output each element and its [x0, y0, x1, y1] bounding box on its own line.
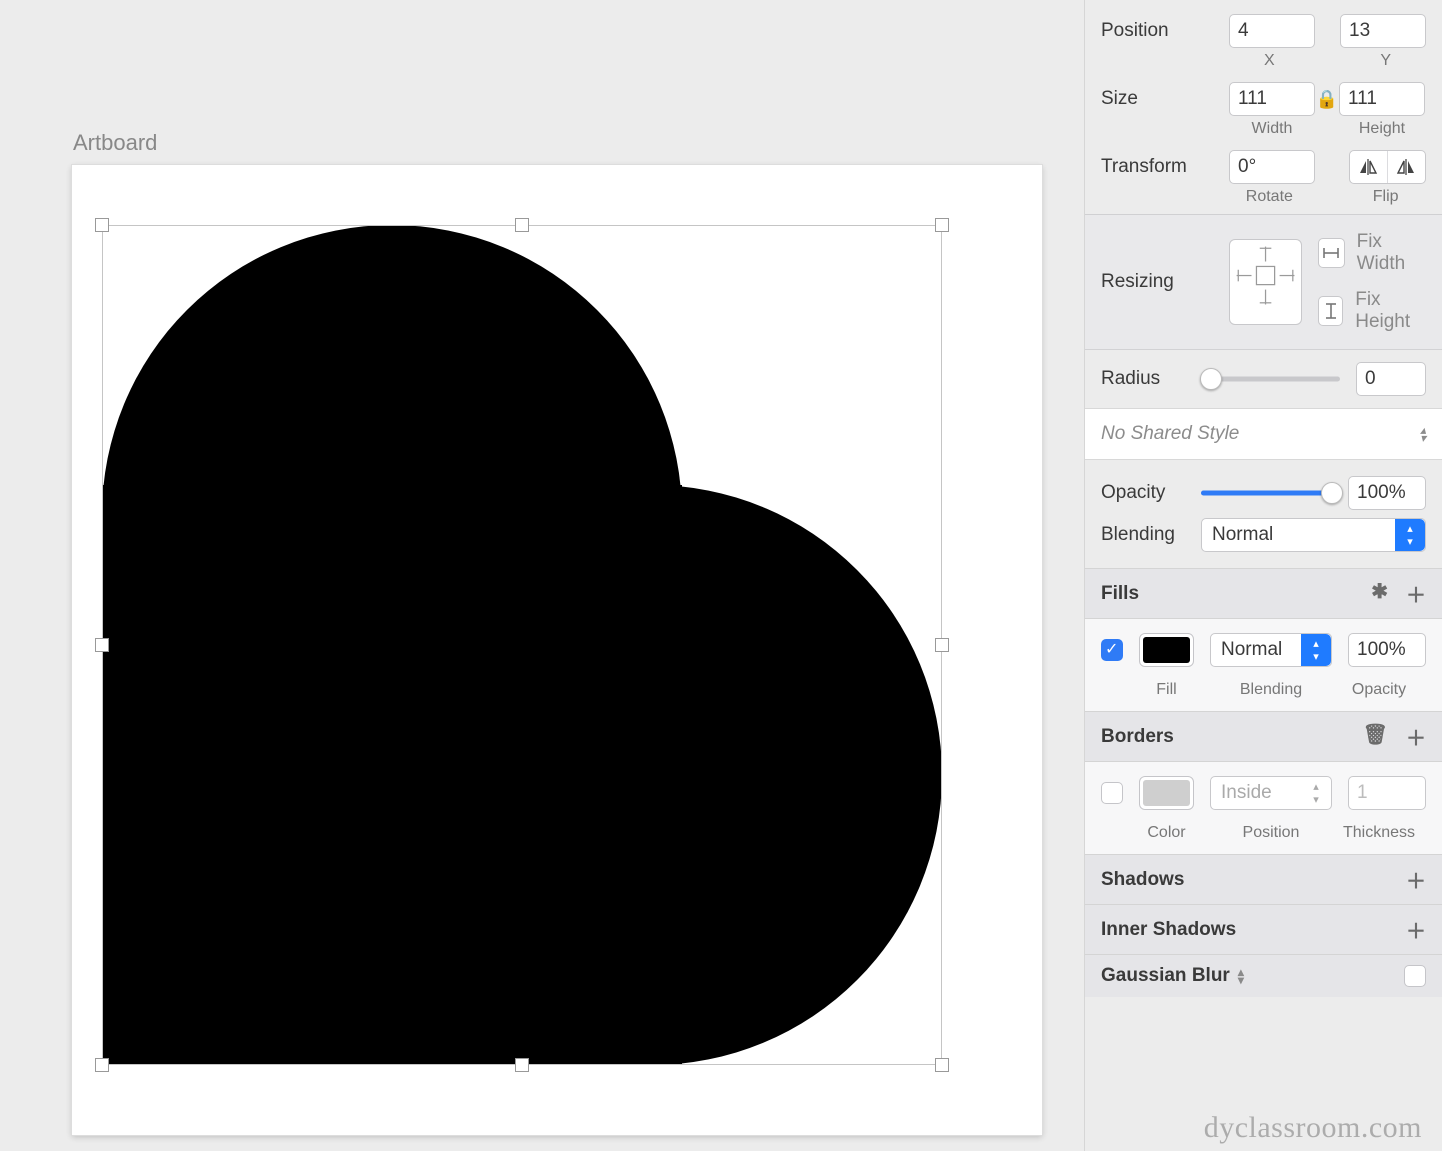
height-caption: Height: [1339, 120, 1425, 138]
handle-br[interactable]: [935, 1058, 949, 1072]
flip-vertical-button[interactable]: [1387, 151, 1425, 183]
rotate-caption: Rotate: [1229, 188, 1310, 206]
chevron-up-down-icon: ▴▾: [1301, 777, 1331, 809]
fill-blend-value: Normal: [1221, 639, 1282, 661]
fix-width-icon: [1318, 238, 1345, 268]
fills-title: Fills: [1101, 583, 1139, 605]
blending-select[interactable]: Normal ▴▾: [1201, 518, 1426, 552]
flip-horizontal-icon: [1358, 157, 1380, 177]
opacity-input[interactable]: [1348, 476, 1426, 510]
handle-mr[interactable]: [935, 638, 949, 652]
position-label: Position: [1101, 20, 1229, 42]
fix-width-label: Fix Width: [1357, 231, 1426, 275]
border-position-caption: Position: [1210, 824, 1332, 842]
radius-input[interactable]: [1356, 362, 1426, 396]
handle-tm[interactable]: [515, 218, 529, 232]
position-y-caption: Y: [1345, 52, 1426, 70]
blending-label: Blending: [1101, 524, 1201, 546]
fill-color-swatch[interactable]: [1139, 633, 1194, 667]
chevron-up-down-icon: ▴▾: [1420, 426, 1426, 442]
position-x-caption: X: [1229, 52, 1310, 70]
fix-height-icon: [1318, 296, 1343, 326]
selection-box: [102, 225, 942, 1065]
gaussian-blur-checkbox[interactable]: [1404, 965, 1426, 987]
handle-bm[interactable]: [515, 1058, 529, 1072]
position-y-input[interactable]: [1340, 14, 1426, 48]
fill-opacity-caption: Opacity: [1332, 681, 1426, 699]
add-inner-shadow-button[interactable]: ＋: [1406, 915, 1426, 944]
radius-slider[interactable]: [1201, 367, 1340, 391]
flip-horizontal-button[interactable]: [1350, 151, 1387, 183]
fill-caption: Fill: [1139, 681, 1194, 699]
flip-caption: Flip: [1345, 188, 1426, 206]
borders-title: Borders: [1101, 726, 1174, 748]
border-enabled-checkbox[interactable]: [1101, 782, 1123, 804]
fill-blend-select[interactable]: Normal ▴▾: [1210, 633, 1332, 667]
add-shadow-button[interactable]: ＋: [1406, 865, 1426, 894]
border-position-select[interactable]: Inside ▴▾: [1210, 776, 1332, 810]
canvas-area[interactable]: Artboard: [0, 0, 1084, 1151]
shared-style-dropdown[interactable]: No Shared Style ▴▾: [1085, 408, 1442, 460]
opacity-slider[interactable]: [1201, 481, 1332, 505]
shadows-title: Shadows: [1101, 869, 1184, 891]
border-color-caption: Color: [1139, 824, 1194, 842]
chevron-up-down-icon: ▴▾: [1238, 968, 1244, 984]
fill-blend-caption: Blending: [1210, 681, 1332, 699]
resizing-constraints-widget[interactable]: [1229, 239, 1302, 325]
handle-tl[interactable]: [95, 218, 109, 232]
gaussian-blur-title: Gaussian Blur: [1101, 965, 1230, 987]
fill-enabled-checkbox[interactable]: [1101, 639, 1123, 661]
inner-shadows-title: Inner Shadows: [1101, 919, 1236, 941]
flip-group: [1349, 150, 1426, 184]
border-color-swatch[interactable]: [1139, 776, 1194, 810]
position-x-input[interactable]: [1229, 14, 1315, 48]
handle-tr[interactable]: [935, 218, 949, 232]
inspector-panel: Position X Y Size 🔒 Width Height Transfo…: [1084, 0, 1442, 1151]
artboard[interactable]: [72, 165, 1042, 1135]
border-thickness-input[interactable]: [1348, 776, 1426, 810]
width-caption: Width: [1229, 120, 1315, 138]
resizing-label: Resizing: [1101, 271, 1229, 293]
fill-opacity-input[interactable]: [1348, 633, 1426, 667]
add-fill-button[interactable]: ＋: [1406, 579, 1426, 608]
handle-bl[interactable]: [95, 1058, 109, 1072]
chevron-up-down-icon: ▴▾: [1301, 634, 1331, 666]
blending-value: Normal: [1212, 524, 1273, 546]
width-input[interactable]: [1229, 82, 1315, 116]
handle-ml[interactable]: [95, 638, 109, 652]
watermark-text: dyclassroom.com: [1204, 1111, 1422, 1145]
delete-border-button[interactable]: 🗑: [1363, 722, 1388, 751]
fix-width-option[interactable]: Fix Width: [1318, 231, 1426, 275]
flip-vertical-icon: [1396, 157, 1418, 177]
add-border-button[interactable]: ＋: [1406, 722, 1426, 751]
rotate-input[interactable]: [1229, 150, 1315, 184]
fix-height-option[interactable]: Fix Height: [1318, 289, 1426, 333]
opacity-label: Opacity: [1101, 482, 1201, 504]
shared-style-text: No Shared Style: [1101, 423, 1239, 445]
radius-label: Radius: [1101, 368, 1201, 390]
chevron-up-down-icon: ▴▾: [1395, 519, 1425, 551]
lock-aspect-icon[interactable]: 🔒: [1315, 89, 1339, 110]
gear-icon[interactable]: ✱: [1371, 579, 1388, 608]
size-label: Size: [1101, 88, 1229, 110]
transform-label: Transform: [1101, 156, 1229, 178]
fix-height-label: Fix Height: [1355, 289, 1426, 333]
border-position-value: Inside: [1221, 782, 1272, 804]
border-thickness-caption: Thickness: [1332, 824, 1426, 842]
height-input[interactable]: [1339, 82, 1425, 116]
artboard-label[interactable]: Artboard: [73, 130, 157, 156]
